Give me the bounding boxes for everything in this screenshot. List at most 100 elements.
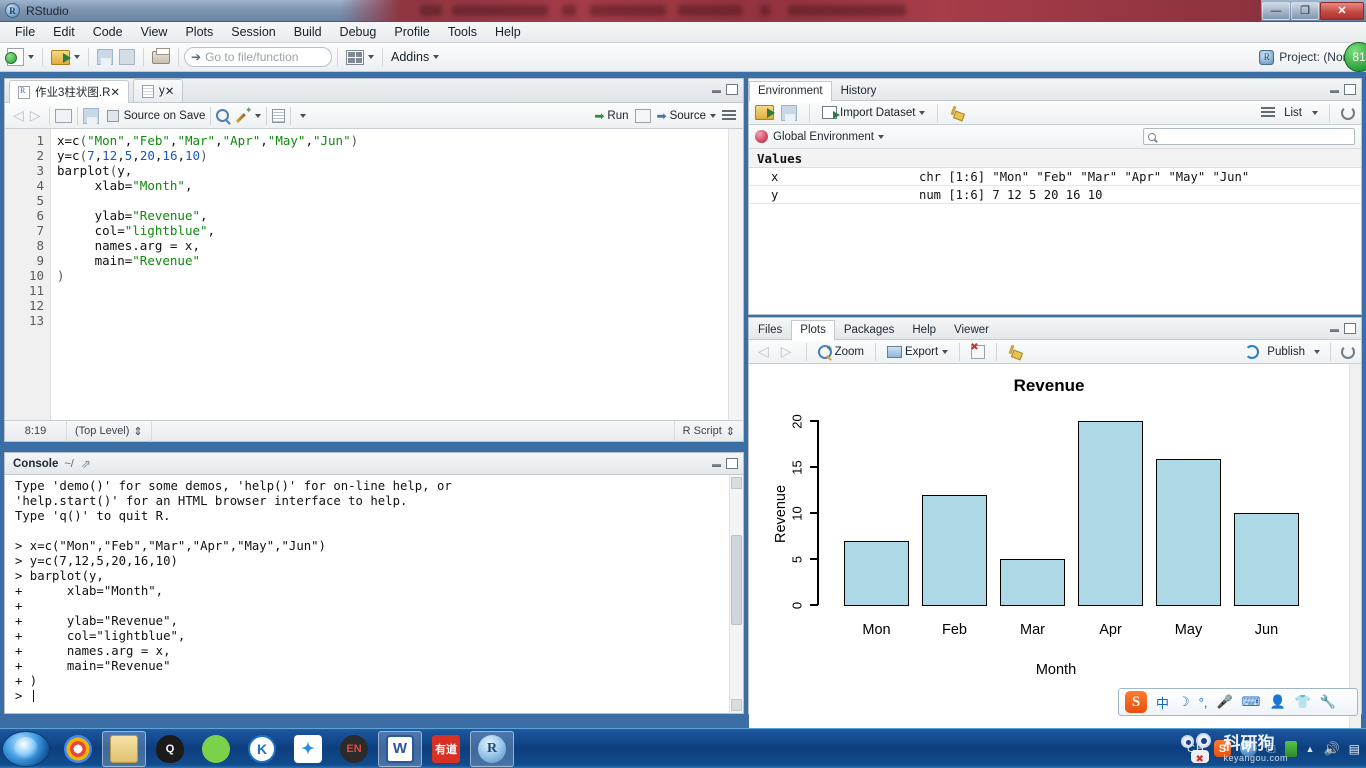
- menu-session[interactable]: Session: [222, 23, 284, 41]
- source-button[interactable]: ➡ Source: [657, 109, 716, 123]
- tab-help[interactable]: Help: [903, 319, 945, 340]
- menu-debug[interactable]: Debug: [331, 23, 386, 41]
- previous-plot-icon[interactable]: ◁: [755, 343, 772, 360]
- menu-build[interactable]: Build: [285, 23, 331, 41]
- save-all-button[interactable]: [116, 48, 138, 66]
- save-workspace-icon[interactable]: [781, 104, 797, 121]
- magic-wand-icon[interactable]: [237, 105, 253, 123]
- taskbar-item-kingsoft[interactable]: K: [240, 731, 284, 767]
- source-tab-data[interactable]: y ✕: [133, 79, 184, 102]
- tab-environment[interactable]: Environment: [749, 80, 832, 102]
- ime-toolbar[interactable]: S 中 ☽ °, 🎤 ⌨ 👤 👕 🔧: [1118, 688, 1358, 716]
- document-outline-icon[interactable]: [722, 109, 736, 122]
- chevron-down-icon[interactable]: [300, 113, 307, 118]
- taskbar-item-endnote[interactable]: EN: [332, 731, 376, 767]
- tab-files[interactable]: Files: [749, 319, 791, 340]
- refresh-icon[interactable]: [1341, 344, 1355, 359]
- taskbar-item-rstudio[interactable]: R: [470, 730, 514, 767]
- print-button[interactable]: [149, 47, 173, 65]
- clear-all-plots-icon[interactable]: [1008, 345, 1022, 359]
- minimize-pane-icon[interactable]: [711, 85, 722, 95]
- menu-code[interactable]: Code: [84, 23, 132, 41]
- menu-view[interactable]: View: [132, 23, 177, 41]
- addins-button[interactable]: Addins: [388, 49, 442, 65]
- show-in-new-window-icon[interactable]: [54, 108, 72, 123]
- clear-objects-icon[interactable]: [950, 106, 964, 120]
- taskbar-item-qq[interactable]: Q: [148, 731, 192, 767]
- chevron-down-icon[interactable]: [74, 55, 80, 59]
- close-icon[interactable]: ✕: [165, 84, 175, 98]
- console-output[interactable]: Type 'demo()' for some demos, 'help()' f…: [5, 475, 743, 713]
- tab-plots[interactable]: Plots: [791, 319, 835, 341]
- chevron-down-icon[interactable]: [255, 113, 262, 118]
- volume-icon[interactable]: 🔊: [1323, 741, 1339, 757]
- open-in-window-icon[interactable]: ⇗: [81, 457, 91, 471]
- ime-punctuation-icon[interactable]: °,: [1199, 695, 1208, 710]
- code-editor[interactable]: 1 2 3 4 5 6 7 8 9 10 11 12 13 x=c("Mon",…: [5, 129, 743, 420]
- new-file-button[interactable]: [4, 47, 37, 67]
- start-button[interactable]: [2, 730, 50, 767]
- ime-user-icon[interactable]: 👤: [1269, 694, 1285, 710]
- menu-plots[interactable]: Plots: [176, 23, 222, 41]
- bar-apr[interactable]: [1078, 421, 1143, 606]
- bar-may[interactable]: [1156, 458, 1221, 606]
- taskbar-item-youdao[interactable]: 有道: [424, 731, 468, 767]
- minimize-button[interactable]: —: [1262, 1, 1290, 20]
- maximize-pane-icon[interactable]: [726, 84, 738, 95]
- ime-toolbox-icon[interactable]: 🔧: [1320, 694, 1336, 710]
- tab-history[interactable]: History: [832, 80, 886, 101]
- chevron-down-icon[interactable]: [1314, 349, 1320, 354]
- plot-scrollbar[interactable]: [1349, 364, 1361, 735]
- scroll-thumb[interactable]: [731, 535, 742, 625]
- ime-microphone-icon[interactable]: 🎤: [1216, 694, 1232, 710]
- taskbar-item-word[interactable]: W: [378, 730, 422, 767]
- save-icon[interactable]: [82, 107, 99, 124]
- minimize-pane-icon[interactable]: [711, 459, 722, 469]
- source-tab-script[interactable]: 作业3柱状图.R ✕: [9, 80, 130, 103]
- find-replace-icon[interactable]: [216, 109, 230, 122]
- file-type-selector[interactable]: R Script ⇕: [673, 420, 743, 442]
- import-dataset-button[interactable]: Import Dataset: [822, 106, 926, 119]
- publish-label[interactable]: Publish: [1267, 346, 1305, 358]
- load-workspace-icon[interactable]: [755, 105, 775, 120]
- refresh-icon[interactable]: [1341, 105, 1355, 120]
- show-hidden-icons-icon[interactable]: ▲: [1306, 744, 1315, 754]
- back-arrow-icon[interactable]: ◁: [10, 107, 27, 124]
- chevron-down-icon[interactable]: [919, 110, 926, 115]
- ime-moon-icon[interactable]: ☽: [1178, 694, 1190, 710]
- bar-jun[interactable]: [1234, 513, 1299, 606]
- taskbar-item-file-explorer[interactable]: [102, 730, 146, 767]
- scroll-up-arrow[interactable]: [731, 477, 742, 489]
- chevron-down-icon[interactable]: [1312, 110, 1318, 115]
- menu-edit[interactable]: Edit: [44, 23, 84, 41]
- chevron-down-icon[interactable]: [878, 134, 884, 139]
- chevron-down-icon[interactable]: [433, 55, 440, 59]
- bar-mon[interactable]: [844, 540, 909, 606]
- menu-file[interactable]: File: [6, 23, 44, 41]
- chevron-down-icon[interactable]: [368, 55, 374, 59]
- pane-layout-button[interactable]: [343, 49, 377, 66]
- maximize-button[interactable]: ❐: [1291, 1, 1319, 20]
- environment-search-input[interactable]: [1143, 128, 1355, 145]
- tab-viewer[interactable]: Viewer: [945, 319, 998, 340]
- bar-feb[interactable]: [922, 494, 987, 606]
- environment-scope-label[interactable]: Global Environment: [773, 131, 874, 143]
- re-run-icon[interactable]: [634, 108, 651, 123]
- chevron-down-icon[interactable]: [28, 55, 34, 59]
- zoom-button[interactable]: + Zoom: [817, 343, 864, 359]
- export-button[interactable]: Export: [886, 345, 949, 358]
- menu-tools[interactable]: Tools: [439, 23, 486, 41]
- action-center-icon[interactable]: ▤: [1349, 742, 1360, 756]
- table-row[interactable]: x chr [1:6] "Mon" "Feb" "Mar" "Apr" "May…: [749, 168, 1361, 186]
- editor-scrollbar[interactable]: [728, 129, 743, 420]
- view-mode-label[interactable]: List: [1284, 107, 1302, 119]
- plot-canvas[interactable]: Revenue 20 15 10 5 0 Revenue Mon Feb Mar: [749, 364, 1361, 735]
- compile-report-icon[interactable]: [272, 108, 286, 123]
- chevron-down-icon[interactable]: [942, 349, 949, 354]
- tab-packages[interactable]: Packages: [835, 319, 904, 340]
- close-button[interactable]: ✕: [1320, 1, 1364, 20]
- maximize-pane-icon[interactable]: [1344, 323, 1356, 334]
- taskbar-item-wechat[interactable]: [194, 731, 238, 767]
- taskbar-item-xunlei[interactable]: ✦: [286, 731, 330, 767]
- run-button[interactable]: ➡ Run: [594, 109, 628, 123]
